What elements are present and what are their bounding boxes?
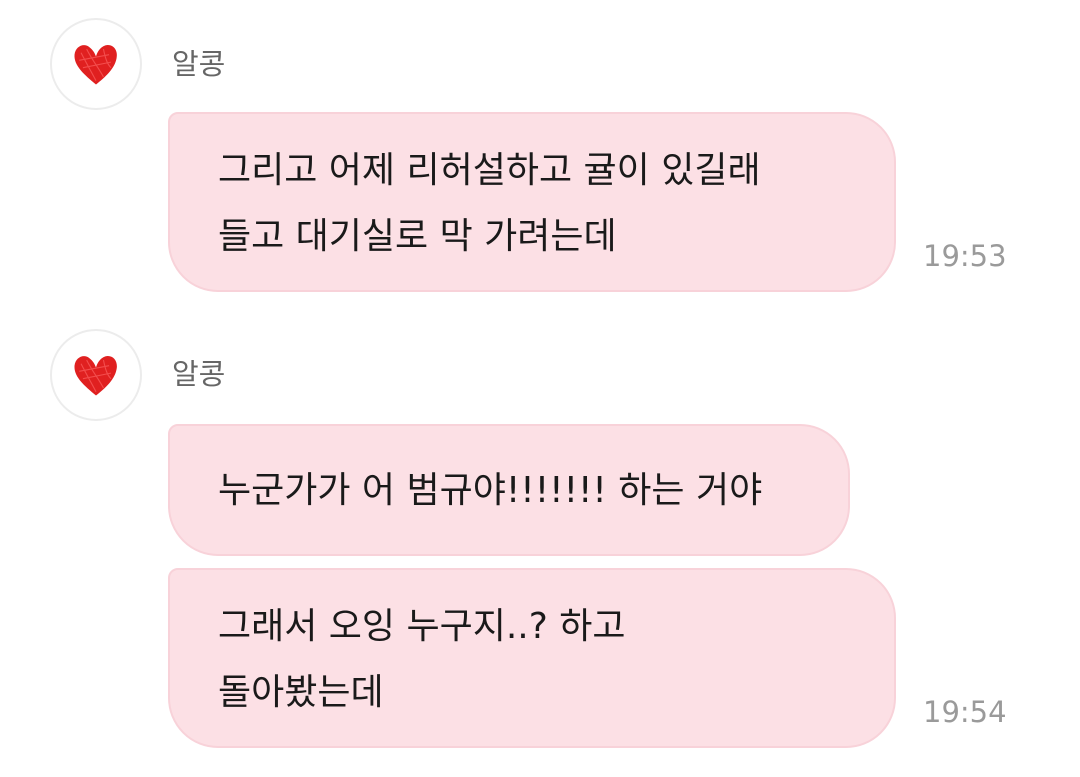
red-heart-icon — [74, 356, 117, 396]
message-timestamp: 19:54 — [923, 695, 1007, 729]
message-text-line: 돌아봤는데 — [218, 672, 384, 713]
message-bubble[interactable]: 누군가가 어 범규야!!!!!!! 하는 거야 — [168, 424, 850, 556]
message-text-line: 누군가가 어 범규야!!!!!!! 하는 거야 — [218, 470, 763, 511]
message-text-line: 들고 대기실로 막 가려는데 — [218, 216, 617, 257]
message-text-line: 그리고 어제 리허설하고 귤이 있길래 — [218, 150, 761, 191]
message-text-line: 그래서 오잉 누구지..? 하고 — [218, 606, 626, 647]
message-bubble[interactable]: 그래서 오잉 누구지..? 하고 돌아봤는데 — [168, 568, 896, 748]
message-timestamp: 19:53 — [923, 239, 1007, 273]
sender-avatar[interactable] — [50, 18, 142, 110]
message-bubble[interactable]: 그리고 어제 리허설하고 귤이 있길래 들고 대기실로 막 가려는데 — [168, 112, 896, 292]
sender-avatar[interactable] — [50, 329, 142, 421]
sender-name: 알콩 — [172, 357, 226, 391]
red-heart-icon — [74, 45, 117, 85]
sender-name: 알콩 — [172, 47, 226, 81]
